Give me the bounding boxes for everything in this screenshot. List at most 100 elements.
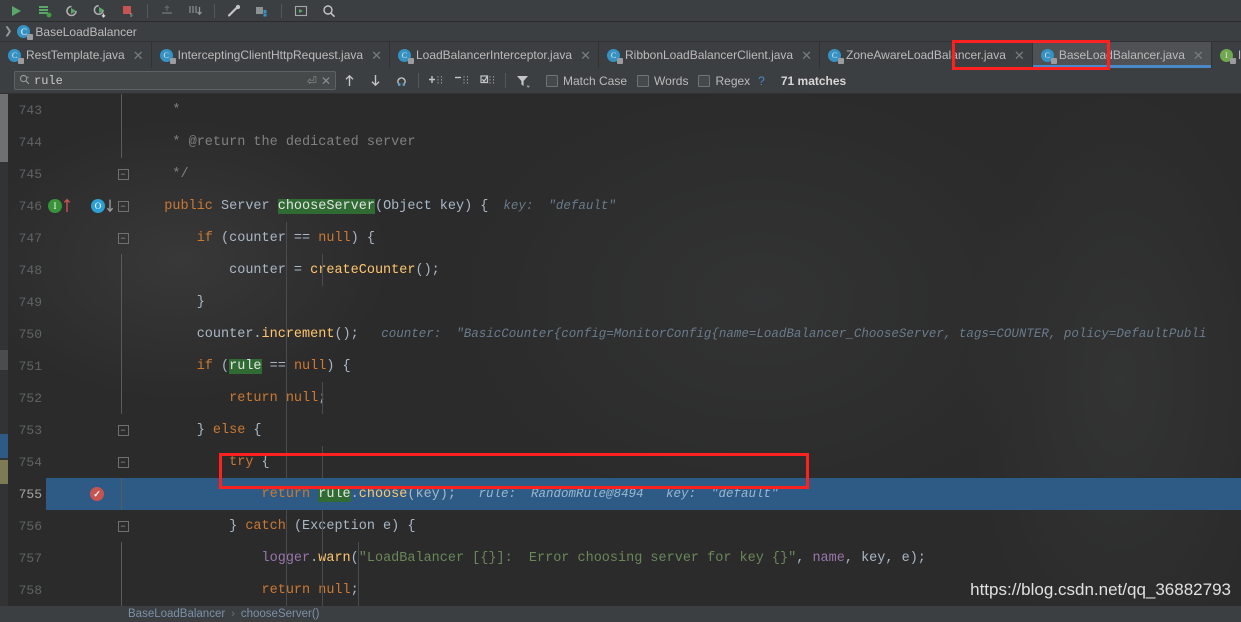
editor-gutter[interactable]: − [46, 222, 134, 254]
step-over-icon[interactable] [58, 1, 86, 21]
fold-minus-icon[interactable]: − [117, 424, 129, 436]
editor-tab[interactable]: IILoadBalancer.java✕ [1212, 42, 1241, 68]
regex-label[interactable]: Regex [715, 74, 750, 88]
code-line-content[interactable]: } else { [134, 414, 1241, 446]
code-line-content[interactable]: } [134, 286, 1241, 318]
step-into-icon[interactable] [86, 1, 114, 21]
search-input-value[interactable]: rule [34, 74, 303, 88]
search-icon[interactable] [19, 74, 30, 88]
editor-gutter[interactable] [46, 542, 134, 574]
add-line-icon[interactable] [423, 70, 449, 92]
code-line[interactable]: 750 counter.increment(); counter: "Basic… [0, 318, 1241, 350]
editor-gutter[interactable]: ✓ [46, 478, 134, 510]
code-line-content[interactable]: logger.warn("LoadBalancer [{}]: Error ch… [134, 542, 1241, 574]
fold-minus-icon[interactable]: − [117, 456, 129, 468]
editor-gutter[interactable] [46, 382, 134, 414]
editor-gutter[interactable] [46, 94, 134, 126]
editor-gutter[interactable] [46, 350, 134, 382]
editor-tab[interactable]: C RestTemplate.java ✕ [0, 42, 152, 68]
close-icon[interactable]: ✕ [133, 49, 144, 62]
fold-minus-icon[interactable]: − [117, 520, 129, 532]
show-execution-point-icon[interactable] [30, 1, 58, 21]
editor-gutter[interactable] [46, 126, 134, 158]
code-line-content[interactable]: return null; [134, 382, 1241, 414]
code-line[interactable]: 753 − } else { [0, 414, 1241, 446]
editor-tab[interactable]: C RibbonLoadBalancerClient.java ✕ [599, 42, 821, 68]
code-line[interactable]: 751 if (rule == null) { [0, 350, 1241, 382]
breakpoint-icon[interactable]: ✓ [90, 487, 104, 501]
code-fold-toggle[interactable]: − [116, 158, 130, 190]
code-line-content[interactable]: counter = createCounter(); [134, 254, 1241, 286]
stop-icon[interactable]: s [114, 1, 142, 21]
close-icon[interactable]: ✕ [580, 49, 591, 62]
editor-gutter[interactable]: − [46, 446, 134, 478]
overridden-method-icon[interactable]: I [48, 198, 62, 213]
regex-checkbox[interactable]: Regex [698, 74, 750, 88]
words-label[interactable]: Words [654, 74, 688, 88]
code-editor[interactable]: 743 * 744 * @return the dedicated server 7… [0, 94, 1241, 606]
code-line[interactable]: 752 return null; [0, 382, 1241, 414]
code-fold-toggle[interactable]: − [116, 446, 130, 478]
code-line[interactable]: 746 I O − public Server chooseServer(Object… [0, 190, 1241, 222]
code-lines[interactable]: 743 * 744 * @return the dedicated server 7… [0, 94, 1241, 606]
select-lines-icon[interactable] [475, 70, 501, 92]
code-line-content[interactable]: counter.increment(); counter: "BasicCoun… [134, 318, 1241, 350]
close-icon[interactable]: ✕ [801, 49, 812, 62]
code-line-content[interactable]: public Server chooseServer(Object key) {… [134, 190, 1241, 222]
code-line-content[interactable]: */ [134, 158, 1241, 190]
code-line-content[interactable]: return rule.choose(key); rule: RandomRul… [134, 478, 1241, 510]
view-breakpoints-icon[interactable] [220, 1, 248, 21]
editor-gutter[interactable]: I O − [46, 190, 134, 222]
close-icon[interactable]: ✕ [371, 49, 382, 62]
editor-gutter[interactable] [46, 254, 134, 286]
editor-gutter[interactable]: − [46, 414, 134, 446]
code-line[interactable]: 755 ✓ return rule.choose(key); rule: Rand… [0, 478, 1241, 510]
filter-icon[interactable] [510, 70, 536, 92]
search-input[interactable]: rule ⏎ ✕ [14, 71, 336, 90]
bottom-breadcrumb-class[interactable]: BaseLoadBalancer [128, 608, 225, 620]
editor-tab[interactable]: C InterceptingClientHttpRequest.java ✕ [152, 42, 390, 68]
search-icon[interactable] [315, 1, 343, 21]
editor-tab[interactable]: C BaseLoadBalancer.java ✕ [1032, 42, 1212, 68]
editor-gutter[interactable]: − [46, 158, 134, 190]
code-line[interactable]: 744 * @return the dedicated server [0, 126, 1241, 158]
bottom-breadcrumb-method[interactable]: chooseServer() [241, 608, 320, 620]
code-line[interactable]: 747 − if (counter == null) { [0, 222, 1241, 254]
return-icon[interactable]: ⏎ [307, 74, 317, 88]
match-case-label[interactable]: Match Case [563, 74, 627, 88]
editor-tab[interactable]: C ZoneAwareLoadBalancer.java ✕ [820, 42, 1033, 68]
fold-minus-icon[interactable]: − [117, 232, 129, 244]
editor-gutter[interactable] [46, 574, 134, 606]
regex-box[interactable] [698, 74, 711, 87]
code-line-content[interactable]: * @return the dedicated server [134, 126, 1241, 158]
code-line[interactable]: 745 − */ [0, 158, 1241, 190]
code-line[interactable]: 757 logger.warn("LoadBalancer [{}]: Erro… [0, 542, 1241, 574]
find-next-button[interactable] [362, 70, 388, 92]
evaluate-expression-icon[interactable] [287, 1, 315, 21]
words-checkbox[interactable]: Words [637, 74, 688, 88]
close-icon[interactable]: ✕ [1014, 49, 1025, 62]
breadcrumb-class-name[interactable]: BaseLoadBalancer [35, 25, 136, 39]
code-line-content[interactable]: } catch (Exception e) { [134, 510, 1241, 542]
implementing-method-icon[interactable]: O [91, 198, 105, 213]
code-line[interactable]: 756 − } catch (Exception e) { [0, 510, 1241, 542]
remove-line-icon[interactable] [449, 70, 475, 92]
fold-minus-icon[interactable]: − [117, 168, 129, 180]
editor-gutter[interactable]: − [46, 510, 134, 542]
code-line[interactable]: 743 * [0, 94, 1241, 126]
code-line[interactable]: 748 counter = createCounter(); [0, 254, 1241, 286]
match-case-checkbox[interactable]: Match Case [546, 74, 627, 88]
code-line[interactable]: 749 } [0, 286, 1241, 318]
select-all-occurrences-icon[interactable] [388, 70, 414, 92]
match-case-box[interactable] [546, 74, 558, 87]
close-icon[interactable]: ✕ [1193, 49, 1204, 62]
editor-gutter[interactable] [46, 318, 134, 350]
find-previous-button[interactable] [336, 70, 362, 92]
words-box[interactable] [637, 74, 650, 87]
code-line-content[interactable]: try { [134, 446, 1241, 478]
regex-help-link[interactable]: ? [758, 74, 765, 88]
code-line[interactable]: 754 − try { [0, 446, 1241, 478]
mute-breakpoints-icon[interactable] [248, 1, 276, 21]
implementation-marker-group[interactable]: IO [48, 198, 114, 213]
code-fold-toggle[interactable]: − [116, 414, 130, 446]
